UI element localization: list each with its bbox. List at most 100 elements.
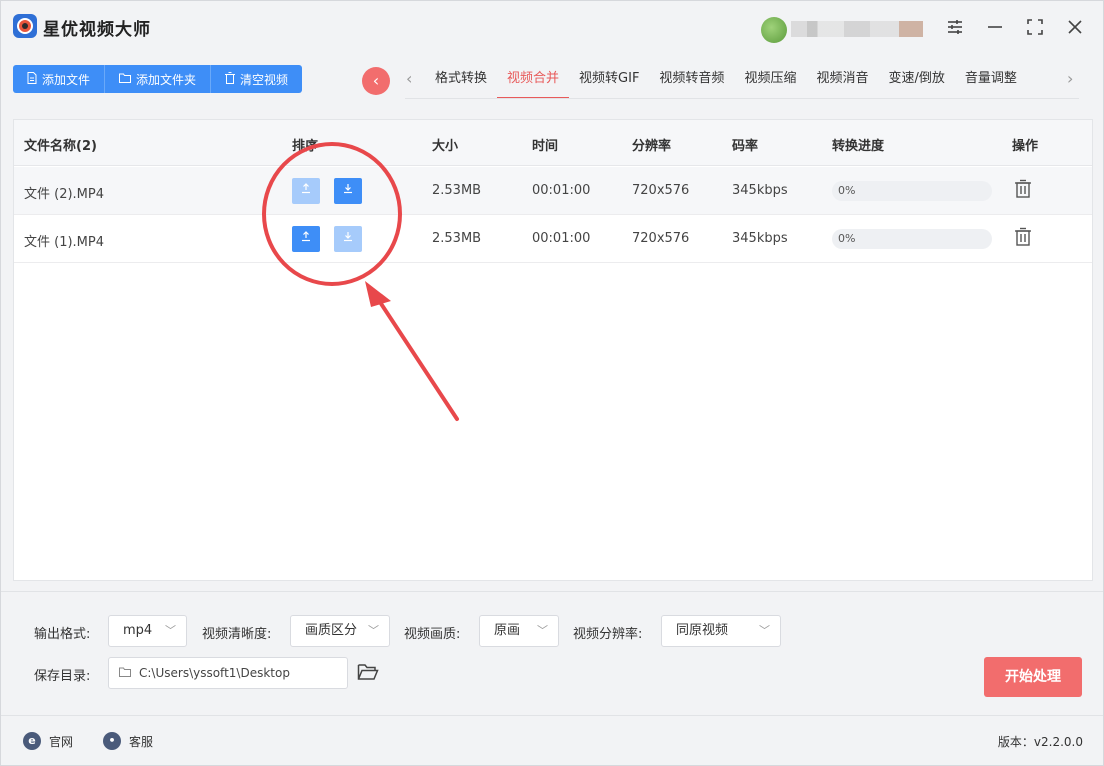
arrow-down-icon [344,232,352,242]
folder-outline-icon [119,658,131,688]
start-processing-button[interactable]: 开始处理 [984,657,1082,697]
collapse-back-button[interactable]: ‹ [362,67,390,95]
arrow-up-icon [302,183,310,194]
folder-icon [119,73,132,86]
tab-video-to-gif[interactable]: 视频转GIF [569,61,649,99]
support-label: 客服 [129,734,154,749]
file-name: 文件 (2).MP4 [24,187,105,202]
title-bar: 星优视频大师 [1,1,1103,53]
website-link[interactable]: e 官网 [23,732,73,750]
tab-format-convert[interactable]: 格式转换 [425,61,497,99]
table-row[interactable]: 文件 (1).MP4 2.53MB 00:01:00 720x576 345kb… [14,215,1092,263]
file-resolution: 720x576 [632,231,690,246]
clear-videos-label: 清空视频 [240,72,289,87]
add-folder-button[interactable]: 添加文件夹 [105,65,212,93]
arrow-down-icon [344,184,352,194]
tabs-divider [405,98,1079,99]
tabs-scroll-left-icon[interactable]: ‹ [406,69,412,88]
tab-speed-reverse[interactable]: 变速/倒放 [878,61,954,99]
clarity-select[interactable]: 画质区分 ﹀ [290,615,390,647]
tab-video-to-audio[interactable]: 视频转音频 [649,61,734,99]
tabs-scroll-right-icon[interactable]: › [1067,69,1073,88]
quality-label: 视频画质: [404,627,461,642]
save-dir-input[interactable]: C:\Users\yssoft1\Desktop [108,657,348,689]
maximize-icon[interactable] [1023,15,1047,39]
conversion-progress-bar: 0% [832,229,992,249]
tab-video-merge[interactable]: 视频合并 [497,61,570,99]
file-duration: 00:01:00 [532,231,591,246]
file-resolution: 720x576 [632,183,690,198]
version-text: 版本：v2.2.0.0 [997,735,1083,749]
chevron-down-icon: ﹀ [368,624,379,637]
add-folder-label: 添加文件夹 [136,72,197,87]
clear-videos-button[interactable]: 清空视频 [211,65,303,93]
app-title: 星优视频大师 [43,20,151,40]
status-bar: e 官网 • 客服 版本：v2.2.0.0 [1,715,1103,765]
output-settings: 输出格式: mp4 ﹀ 视频清晰度: 画质区分 ﹀ 视频画质: 原画 ﹀ 视频分… [1,591,1103,715]
resolution-value: 同原视频 [676,623,729,638]
progress-text: 0% [838,232,856,245]
header-time: 时间 [532,139,559,154]
file-size: 2.53MB [432,183,482,198]
table-row[interactable]: 文件 (2).MP4 2.53MB 00:01:00 720x576 345kb… [14,167,1092,215]
header-sort: 排序 [292,139,319,154]
quality-value: 原画 [494,623,521,638]
delete-icon[interactable] [1014,227,1032,247]
user-avatar[interactable] [761,17,787,43]
resolution-label: 视频分辨率: [573,627,643,642]
header-bitrate: 码率 [732,139,759,154]
file-size: 2.53MB [432,231,482,246]
quality-select[interactable]: 原画 ﹀ [479,615,559,647]
trash-icon [225,71,236,87]
output-format-select[interactable]: mp4 ﹀ [108,615,187,647]
feature-tabs: 格式转换 视频合并 视频转GIF 视频转音频 视频压缩 视频消音 变速/倒放 音… [425,61,1027,99]
move-up-button[interactable] [292,178,320,204]
add-file-label: 添加文件 [42,72,91,87]
support-link[interactable]: • 客服 [103,732,153,750]
progress-text: 0% [838,184,856,197]
clarity-label: 视频清晰度: [202,627,272,642]
save-dir-value: C:\Users\yssoft1\Desktop [139,666,290,680]
chevron-down-icon: ﹀ [165,624,176,637]
user-name-blurred[interactable] [791,21,923,37]
save-dir-label: 保存目录: [34,669,91,684]
header-progress: 转换进度 [832,139,885,154]
header-resolution: 分辨率 [632,139,672,154]
file-list-panel: 文件名称(2) 排序 大小 时间 分辨率 码率 转换进度 操作 文件 (2).M… [13,119,1093,581]
settings-sliders-icon[interactable] [943,15,967,39]
output-format-label: 输出格式: [34,627,91,642]
add-file-button[interactable]: 添加文件 [13,65,106,93]
website-label: 官网 [49,734,74,749]
output-format-value: mp4 [123,623,153,638]
file-name: 文件 (1).MP4 [24,235,105,250]
header-size: 大小 [432,139,459,154]
browser-e-icon: e [23,732,41,750]
tab-video-mute[interactable]: 视频消音 [806,61,878,99]
app-logo-icon [13,14,37,38]
move-down-button[interactable] [334,226,362,252]
chevron-down-icon: ﹀ [537,624,548,637]
tab-volume-adjust[interactable]: 音量调整 [955,61,1027,99]
delete-icon[interactable] [1014,179,1032,199]
tab-video-compress[interactable]: 视频压缩 [734,61,806,99]
header-action: 操作 [1012,139,1039,154]
conversion-progress-bar: 0% [832,181,992,201]
move-down-button[interactable] [334,178,362,204]
table-header: 文件名称(2) 排序 大小 时间 分辨率 码率 转换进度 操作 [14,120,1092,166]
file-bitrate: 345kbps [732,231,788,246]
browse-folder-icon[interactable] [357,662,379,682]
resolution-select[interactable]: 同原视频 ﹀ [661,615,781,647]
chevron-down-icon: ﹀ [759,624,770,637]
move-up-button[interactable] [292,226,320,252]
arrow-up-icon [302,231,310,242]
clarity-value: 画质区分 [305,623,358,638]
file-bitrate: 345kbps [732,183,788,198]
minimize-icon[interactable] [983,15,1007,39]
file-duration: 00:01:00 [532,183,591,198]
header-name: 文件名称(2) [24,139,97,154]
file-icon [27,71,37,87]
chat-bubble-icon: • [103,732,121,750]
app-window: 星优视频大师 添加文件 添加文件夹 清空视频 ‹ ‹ 格式转换 视频合并 视频转… [0,0,1104,766]
close-icon[interactable] [1063,15,1087,39]
file-toolbar: 添加文件 添加文件夹 清空视频 [13,65,303,93]
